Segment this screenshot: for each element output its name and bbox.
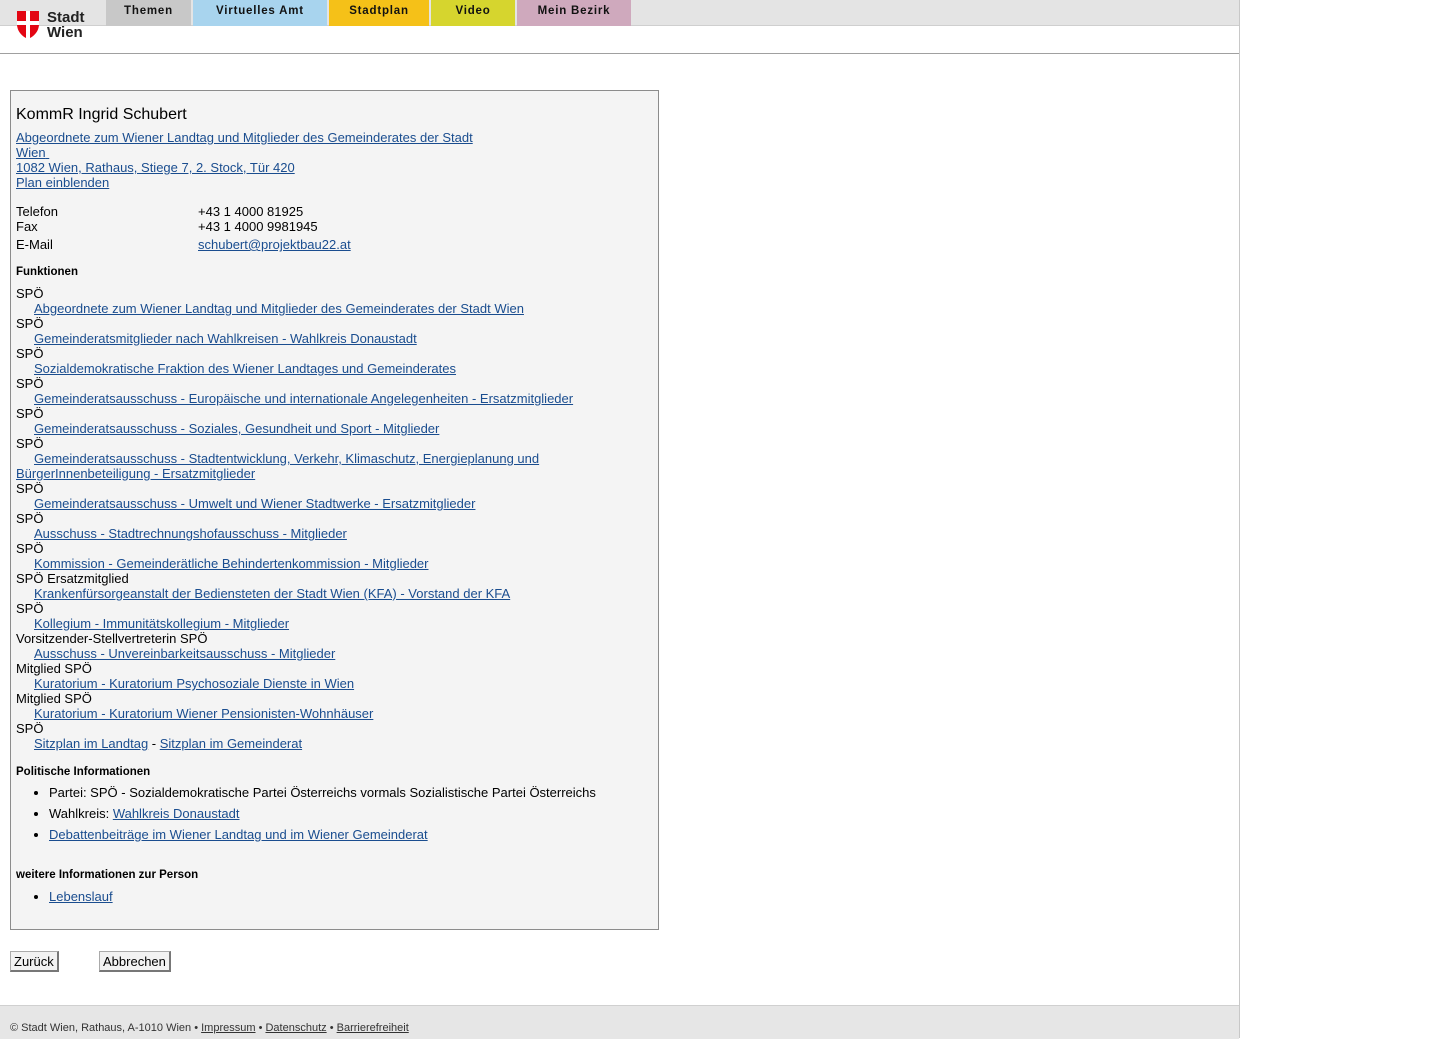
- seat-plan-landtag-link[interactable]: Sitzplan im Landtag: [34, 736, 148, 751]
- function-role: SPÖ: [16, 541, 44, 556]
- function-link-row: Sozialdemokratische Fraktion des Wiener …: [16, 361, 646, 376]
- phone-row: Telefon +43 1 4000 81925: [16, 204, 646, 219]
- function-link-row: Gemeinderatsausschuss - Umwelt und Wiene…: [16, 496, 646, 511]
- function-role: SPÖ: [16, 406, 44, 421]
- function-link[interactable]: Ausschuss - Unvereinbarkeitsausschuss - …: [16, 646, 335, 661]
- seat-plan-gemeinderat-link[interactable]: Sitzplan im Gemeinderat: [160, 736, 302, 751]
- function-link-row: Krankenfürsorgeanstalt der Bediensteten …: [16, 586, 646, 601]
- district-link[interactable]: Wahlkreis Donaustadt: [113, 806, 240, 821]
- party-item: Partei: SPÖ - Sozialdemokratische Partei…: [49, 785, 646, 800]
- function-link[interactable]: Gemeinderatsausschuss - Europäische und …: [16, 391, 573, 406]
- impressum-link[interactable]: Impressum: [201, 1022, 255, 1034]
- function-link-row: Gemeinderatsausschuss - Stadtentwicklung…: [16, 451, 646, 481]
- function-link-row: Gemeinderatsausschuss - Europäische und …: [16, 391, 646, 406]
- function-link-row: Abgeordnete zum Wiener Landtag und Mitgl…: [16, 301, 646, 316]
- person-details-box: KommR Ingrid Schubert Abgeordnete zum Wi…: [10, 90, 659, 930]
- role-link[interactable]: Abgeordnete zum Wiener Landtag und Mitgl…: [16, 130, 473, 160]
- plan-link[interactable]: Plan einblenden: [16, 175, 109, 190]
- site-header: Stadt Wien Themen Virtuelles Amt Stadtpl…: [0, 0, 1239, 54]
- function-link[interactable]: Gemeinderatsausschuss - Umwelt und Wiene…: [16, 496, 475, 511]
- cv-link[interactable]: Lebenslauf: [49, 889, 113, 904]
- wien-shield-icon: [17, 11, 39, 39]
- function-role: SPÖ: [16, 286, 44, 301]
- political-heading: Politische Informationen: [16, 766, 151, 778]
- datenschutz-link[interactable]: Datenschutz: [265, 1022, 326, 1034]
- function-link[interactable]: Kuratorium - Kuratorium Psychosoziale Di…: [16, 676, 354, 691]
- function-role: SPÖ: [16, 436, 44, 451]
- fax-value: +43 1 4000 9981945: [198, 219, 318, 234]
- seat-plan-separator: -: [148, 736, 160, 751]
- barrierefreiheit-link[interactable]: Barrierefreiheit: [337, 1022, 409, 1034]
- function-role: Mitglied SPÖ: [16, 661, 92, 676]
- function-link[interactable]: Gemeinderatsausschuss - Soziales, Gesund…: [16, 421, 439, 436]
- function-link-row: Gemeinderatsausschuss - Soziales, Gesund…: [16, 421, 646, 436]
- email-label: E-Mail: [16, 237, 53, 252]
- cv-item: Lebenslauf: [49, 889, 646, 904]
- function-role: SPÖ Ersatzmitglied: [16, 571, 129, 586]
- function-link[interactable]: Gemeinderatsmitglieder nach Wahlkreisen …: [16, 331, 417, 346]
- logo-line-2: Wien: [47, 24, 83, 41]
- fax-row: Fax +43 1 4000 9981945: [16, 219, 646, 234]
- cancel-button[interactable]: Abbrechen: [99, 951, 171, 972]
- function-role: SPÖ: [16, 511, 44, 526]
- function-link[interactable]: Kommission - Gemeinderätliche Behinderte…: [16, 556, 429, 571]
- debates-link[interactable]: Debattenbeiträge im Wiener Landtag und i…: [49, 827, 428, 842]
- function-role: Mitglied SPÖ: [16, 691, 92, 706]
- function-link[interactable]: Abgeordnete zum Wiener Landtag und Mitgl…: [16, 301, 524, 316]
- political-list: Partei: SPÖ - Sozialdemokratische Partei…: [16, 785, 646, 842]
- function-role: SPÖ: [16, 316, 44, 331]
- footer: © Stadt Wien, Rathaus, A-1010 Wien • Imp…: [0, 1005, 1239, 1039]
- more-info-heading: weitere Informationen zur Person: [16, 869, 199, 881]
- function-link[interactable]: Gemeinderatsausschuss - Stadtentwicklung…: [16, 451, 539, 481]
- phone-value: +43 1 4000 81925: [198, 204, 304, 219]
- nav-virtuelles-amt[interactable]: Virtuelles Amt: [193, 0, 327, 26]
- function-link-row: Ausschuss - Stadtrechnungshofausschuss -…: [16, 526, 646, 541]
- logo-text: Stadt Wien: [47, 10, 85, 40]
- fax-label: Fax: [16, 219, 38, 234]
- function-link-row: Kollegium - Immunitätskollegium - Mitgli…: [16, 616, 646, 631]
- function-link[interactable]: Kuratorium - Kuratorium Wiener Pensionis…: [16, 706, 373, 721]
- debates-item: Debattenbeiträge im Wiener Landtag und i…: [49, 827, 646, 842]
- functions-heading: Funktionen: [16, 266, 78, 278]
- back-button[interactable]: Zurück: [10, 951, 59, 972]
- function-link[interactable]: Krankenfürsorgeanstalt der Bediensteten …: [16, 586, 510, 601]
- stadt-wien-logo[interactable]: Stadt Wien: [16, 10, 96, 44]
- nav-stadtplan[interactable]: Stadtplan: [329, 0, 429, 26]
- function-link-row: Ausschuss - Unvereinbarkeitsausschuss - …: [16, 646, 646, 661]
- email-link[interactable]: schubert@projektbau22.at: [198, 237, 351, 252]
- email-row: E-Mail schubert@projektbau22.at: [16, 237, 646, 252]
- nav-mein-bezirk[interactable]: Mein Bezirk: [517, 0, 631, 26]
- footer-text: © Stadt Wien, Rathaus, A-1010 Wien • Imp…: [10, 1022, 409, 1034]
- phone-label: Telefon: [16, 204, 58, 219]
- function-link[interactable]: Sozialdemokratische Fraktion des Wiener …: [16, 361, 456, 376]
- function-link-row: Kuratorium - Kuratorium Psychosoziale Di…: [16, 676, 646, 691]
- function-role: SPÖ: [16, 376, 44, 391]
- function-link[interactable]: Kollegium - Immunitätskollegium - Mitgli…: [16, 616, 289, 631]
- nav-video[interactable]: Video: [431, 0, 515, 26]
- function-link[interactable]: Ausschuss - Stadtrechnungshofausschuss -…: [16, 526, 347, 541]
- function-role: Vorsitzender-Stellvertreterin SPÖ: [16, 631, 208, 646]
- person-name: KommR Ingrid Schubert: [16, 106, 187, 123]
- function-role: SPÖ: [16, 601, 44, 616]
- footer-copyright: © Stadt Wien, Rathaus, A-1010 Wien •: [10, 1022, 202, 1034]
- functions-list: SPÖ Abgeordnete zum Wiener Landtag und Mi…: [16, 286, 646, 751]
- function-role: SPÖ: [16, 721, 44, 736]
- logo-line-1: Stadt: [47, 9, 85, 26]
- seat-plan-row: Sitzplan im Landtag - Sitzplan im Gemein…: [16, 736, 646, 751]
- function-link-row: Kommission - Gemeinderätliche Behinderte…: [16, 556, 646, 571]
- address-link[interactable]: 1082 Wien, Rathaus, Stiege 7, 2. Stock, …: [16, 160, 295, 175]
- main-nav: Themen Virtuelles Amt Stadtplan Video Me…: [106, 0, 633, 26]
- district-item: Wahlkreis: Wahlkreis Donaustadt: [49, 806, 646, 821]
- function-link-row: Kuratorium - Kuratorium Wiener Pensionis…: [16, 706, 646, 721]
- nav-themen[interactable]: Themen: [106, 0, 191, 26]
- function-link-row: Gemeinderatsmitglieder nach Wahlkreisen …: [16, 331, 646, 346]
- more-info-list: Lebenslauf: [16, 889, 646, 904]
- function-role: SPÖ: [16, 346, 44, 361]
- function-role: SPÖ: [16, 481, 44, 496]
- page: Stadt Wien Themen Virtuelles Amt Stadtpl…: [0, 0, 1240, 1039]
